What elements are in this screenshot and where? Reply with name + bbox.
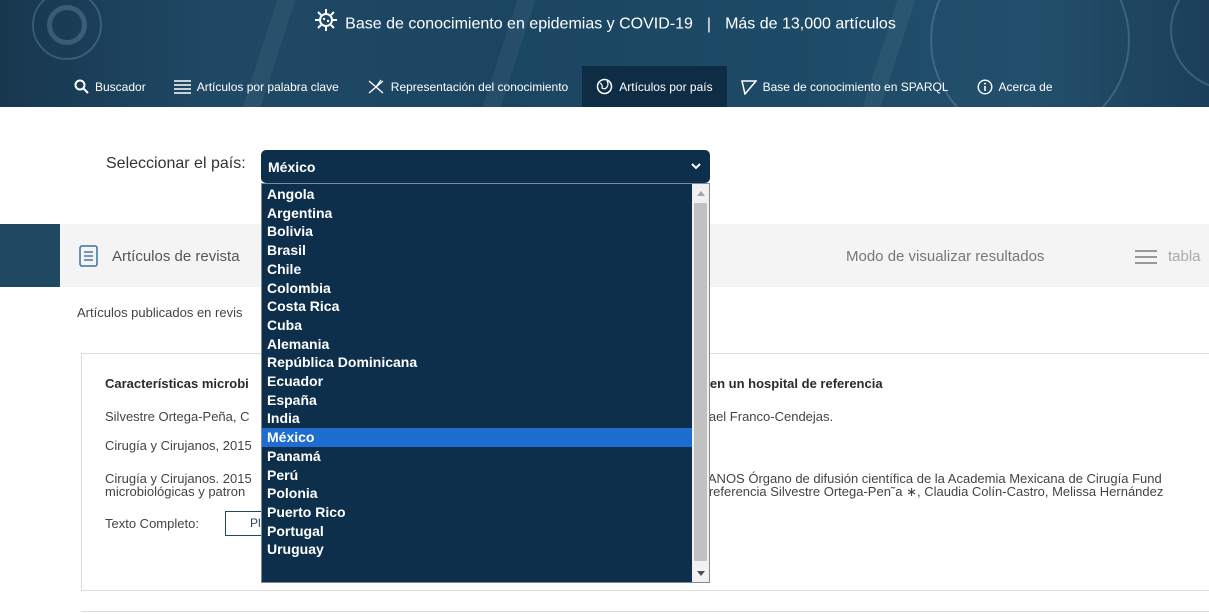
section-accent	[0, 224, 60, 287]
country-label: Seleccionar el país:	[106, 155, 246, 172]
country-option[interactable]: Alemania	[262, 335, 692, 354]
article-journal: Cirugía y Cirujanos, 2015	[105, 438, 252, 453]
table-view-toggle[interactable]: tabla	[1168, 248, 1201, 265]
country-option[interactable]: India	[262, 409, 692, 428]
country-option[interactable]: Angola	[262, 185, 692, 204]
site-header: Base de conocimiento en epidemias y COVI…	[0, 0, 1209, 107]
article-title-end[interactable]: ar en un hospital de referencia	[694, 376, 883, 391]
virus-icon	[313, 8, 339, 41]
graph-icon	[367, 79, 385, 95]
nav-label: Artículos por palabra clave	[196, 79, 339, 94]
country-option[interactable]: Bolivia	[262, 222, 692, 241]
nav-sparql[interactable]: Base de conocimiento en SPARQL	[727, 66, 963, 107]
country-option-selected[interactable]: México	[262, 428, 692, 447]
document-icon	[79, 245, 98, 272]
article-authors-end: afael Franco-Cendejas.	[698, 409, 834, 424]
country-option[interactable]: Costa Rica	[262, 297, 692, 316]
country-option[interactable]: Cuba	[262, 316, 692, 335]
info-icon	[976, 78, 993, 95]
nav-label: Base de conocimiento en SPARQL	[762, 79, 949, 94]
search-icon	[74, 79, 89, 94]
scroll-up-arrow-icon[interactable]	[692, 184, 709, 201]
list-icon	[173, 79, 191, 94]
country-option[interactable]: España	[262, 391, 692, 410]
nav-label: Acerca de	[998, 79, 1053, 94]
dropdown-scrollbar[interactable]	[692, 184, 709, 582]
country-option[interactable]: Puerto Rico	[262, 503, 692, 522]
country-option[interactable]: Polonia	[262, 484, 692, 503]
triangle-icon	[740, 79, 757, 95]
fulltext-label: Texto Completo:	[105, 516, 199, 531]
nav-acerca[interactable]: Acerca de	[963, 66, 1067, 107]
article-abstract-line-end: e referencia Silvestre Ortega-Pen˜a ∗, C…	[698, 484, 1164, 499]
site-title: Base de conocimiento en epidemias y COVI…	[0, 8, 1209, 41]
country-select-value: México	[268, 158, 316, 175]
nav-label: Representación del conocimiento	[390, 79, 569, 94]
article-abstract-line: microbiológicas y patron	[105, 484, 246, 499]
section-title: Artículos de revista	[112, 248, 240, 265]
country-option[interactable]: Colombia	[262, 279, 692, 298]
chevron-down-icon	[690, 159, 702, 175]
country-select[interactable]: México	[261, 150, 710, 183]
view-mode-label: Modo de visualizar resultados	[846, 248, 1045, 265]
country-option[interactable]: República Dominicana	[262, 353, 692, 372]
scroll-down-arrow-icon[interactable]	[692, 565, 709, 582]
country-option[interactable]: Perú	[262, 466, 692, 485]
menu-icon[interactable]	[1135, 249, 1157, 270]
globe-icon	[596, 78, 613, 95]
country-option[interactable]: Brasil	[262, 241, 692, 260]
article-authors: Silvestre Ortega-Peña, C	[105, 409, 250, 424]
nav-buscador[interactable]: Buscador	[60, 66, 160, 107]
published-text: Artículos publicados en revis	[77, 305, 243, 320]
nav-palabra-clave[interactable]: Artículos por palabra clave	[160, 66, 353, 107]
title-separator: |	[706, 15, 712, 33]
nav-representacion[interactable]: Representación del conocimiento	[353, 66, 582, 107]
site-title-text: Base de conocimiento en epidemias y COVI…	[345, 15, 693, 33]
country-option[interactable]: Panamá	[262, 447, 692, 466]
country-option[interactable]: Ecuador	[262, 372, 692, 391]
nav-por-pais[interactable]: Artículos por país	[582, 66, 727, 107]
nav-label: Artículos por país	[619, 79, 713, 94]
scrollbar-thumb[interactable]	[694, 203, 707, 561]
country-option[interactable]: Portugal	[262, 522, 692, 541]
article-title[interactable]: Características microbi	[105, 376, 249, 391]
country-option[interactable]: Chile	[262, 260, 692, 279]
country-option[interactable]: Uruguay	[262, 540, 692, 559]
nav-label: Buscador	[95, 79, 146, 94]
main-nav: Buscador Artículos por palabra clave Rep…	[60, 66, 1067, 107]
country-dropdown-list[interactable]: Angola Argentina Bolivia Brasil Chile Co…	[261, 183, 710, 583]
country-option[interactable]: Argentina	[262, 204, 692, 223]
article-count: Más de 13,000 artículos	[725, 15, 896, 33]
